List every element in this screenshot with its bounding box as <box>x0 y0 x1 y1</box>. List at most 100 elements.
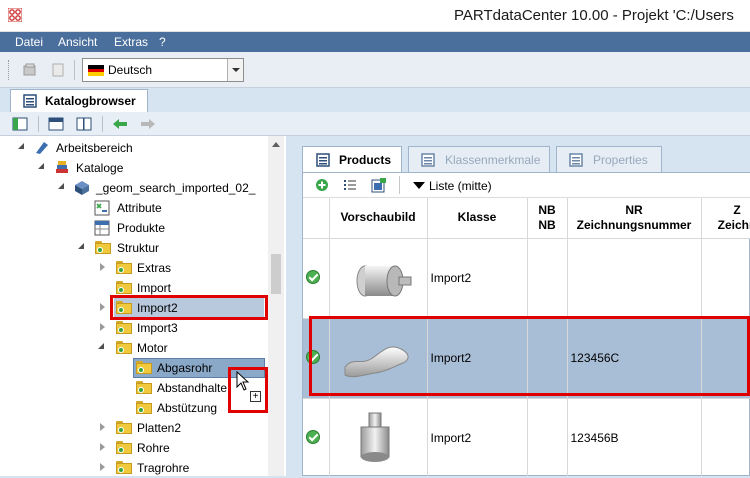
forward-arrow-icon[interactable] <box>140 116 156 132</box>
nr-cell <box>567 238 702 319</box>
tree-item-label: Motor <box>137 341 168 355</box>
products-table-icon <box>94 220 110 236</box>
status-cell <box>303 398 330 476</box>
list-icon[interactable] <box>343 178 357 192</box>
products-toolbar <box>303 173 750 198</box>
toolbar-separator <box>399 176 400 194</box>
column-header-vorschaubild[interactable]: Vorschaubild <box>329 198 428 239</box>
tab-klassenmerkmale[interactable]: Klassenmerkmale <box>408 146 550 172</box>
menu-ansicht[interactable]: Ansicht <box>58 35 97 49</box>
expander-closed-icon[interactable] <box>100 463 105 471</box>
expander-open-icon[interactable] <box>98 343 104 349</box>
expander-closed-icon[interactable] <box>100 443 105 451</box>
toolbar-separator <box>102 116 103 132</box>
export-icon[interactable] <box>371 177 387 193</box>
tree-item-label: Produkte <box>117 221 166 235</box>
menu-datei[interactable]: Datei <box>15 35 43 49</box>
german-flag-icon <box>88 65 104 77</box>
z-cell <box>701 398 750 476</box>
tree-item-label: Rohre <box>137 441 170 455</box>
table-icon <box>316 153 330 167</box>
folder-icon <box>116 321 132 334</box>
preview-spacer-image <box>360 412 389 462</box>
document-icon[interactable] <box>50 62 66 78</box>
folder-icon <box>116 341 132 354</box>
tree-item-label: Abstützung <box>157 401 218 415</box>
column-header-z[interactable]: ZZeichn <box>701 198 750 239</box>
back-arrow-icon[interactable] <box>112 116 128 132</box>
folder-icon <box>116 421 132 434</box>
folder-icon <box>136 361 152 374</box>
tab-katalogbrowser[interactable]: Katalogbrowser <box>10 89 148 113</box>
workspace-icon <box>36 142 48 154</box>
table-header-row: Vorschaubild Klasse NB NB NR Zeichnungsnum… <box>303 198 750 239</box>
menu-help[interactable]: ? <box>159 35 166 49</box>
add-icon[interactable] <box>315 178 329 192</box>
expander-closed-icon[interactable] <box>100 323 105 331</box>
view-mode-label[interactable]: Liste (mitte) <box>429 179 492 193</box>
tree-item-motor[interactable]: Motor <box>0 338 268 358</box>
menu-extras[interactable]: Extras <box>114 35 148 49</box>
tree-item-abgasrohr[interactable]: Abgasrohr <box>0 358 268 378</box>
tree-item-arbeitsbereich[interactable]: Arbeitsbereich <box>0 138 268 158</box>
folder-icon <box>136 381 152 394</box>
menu-bar: Datei Ansicht Extras ? <box>0 32 750 52</box>
column-header-status[interactable] <box>303 198 330 239</box>
expander-closed-icon[interactable] <box>100 423 105 431</box>
expander-open-icon[interactable] <box>38 163 44 169</box>
tree-item-attribute[interactable]: Attribute <box>0 198 268 218</box>
layout-vertical-icon[interactable] <box>76 116 92 132</box>
column-header-nb[interactable]: NB NB <box>527 198 568 239</box>
toolbar-separator <box>38 116 39 132</box>
tree-item-tragrohre[interactable]: Tragrohre <box>0 458 268 478</box>
tree-item-rohre[interactable]: Rohre <box>0 438 268 458</box>
open-icon[interactable] <box>22 62 38 78</box>
tree-item-platten2[interactable]: Platten2 <box>0 418 268 438</box>
mouse-cursor-icon <box>236 371 250 391</box>
tree-scrollbar[interactable] <box>268 136 284 476</box>
tree-item-import3[interactable]: Import3 <box>0 318 268 338</box>
tab-label: Properties <box>593 153 648 167</box>
chevron-down-icon[interactable] <box>227 59 243 81</box>
tree-item-catalog[interactable]: _geom_search_imported_02_ <box>0 178 268 198</box>
scroll-thumb[interactable] <box>271 254 281 294</box>
language-value: Deutsch <box>108 63 153 77</box>
sync-tree-icon[interactable] <box>12 116 28 132</box>
tree-item-label: Platten2 <box>137 421 182 435</box>
table-icon <box>421 153 435 167</box>
nb-cell <box>527 398 568 476</box>
expander-open-icon[interactable] <box>18 143 24 149</box>
window-title: PARTdataCenter 10.00 - Projekt 'C:/Users <box>454 7 734 24</box>
language-select[interactable]: Deutsch <box>82 58 244 82</box>
preview-exhaust-pipe-image <box>344 345 408 377</box>
table-row[interactable]: Import2 123456B <box>303 398 750 476</box>
column-header-nr[interactable]: NR Zeichnungsnummer <box>567 198 702 239</box>
expander-closed-icon[interactable] <box>100 303 105 311</box>
table-row-selected[interactable]: Import2 123456C <box>303 317 750 399</box>
column-header-klasse[interactable]: Klasse <box>427 198 528 239</box>
tab-label: Klassenmerkmale <box>445 153 541 167</box>
tree-item-label: _geom_search_imported_02_ <box>96 181 256 195</box>
tree-item-produkte[interactable]: Produkte <box>0 218 268 238</box>
z-cell <box>701 317 750 399</box>
tree-item-label: Import2 <box>137 301 178 315</box>
tree-item-struktur[interactable]: Struktur <box>0 238 268 258</box>
expander-open-icon[interactable] <box>58 183 64 189</box>
tree-item-abstuetzung[interactable]: Abstützung <box>0 398 268 418</box>
tree-item-kataloge[interactable]: Kataloge <box>0 158 268 178</box>
nr-cell: 123456C <box>567 317 702 399</box>
table-row[interactable]: Import2 <box>303 238 750 319</box>
layout-horizontal-icon[interactable] <box>48 116 64 132</box>
tab-products[interactable]: Products <box>302 146 402 172</box>
catalog-tree: Arbeitsbereich Kataloge _geom_search_imp… <box>0 136 286 476</box>
tree-item-abstandhalte[interactable]: Abstandhalte <box>0 378 268 398</box>
expander-open-icon[interactable] <box>78 243 84 249</box>
view-mode-dropdown-icon[interactable] <box>413 182 425 189</box>
pane-splitter[interactable] <box>286 136 296 476</box>
expander-closed-icon[interactable] <box>100 263 105 271</box>
tab-properties[interactable]: Properties <box>556 146 662 172</box>
tree-item-extras[interactable]: Extras <box>0 258 268 278</box>
tree-item-import2[interactable]: Import2 <box>0 298 268 318</box>
scroll-up-icon[interactable] <box>272 142 280 147</box>
tree-item-import[interactable]: Import <box>0 278 268 298</box>
